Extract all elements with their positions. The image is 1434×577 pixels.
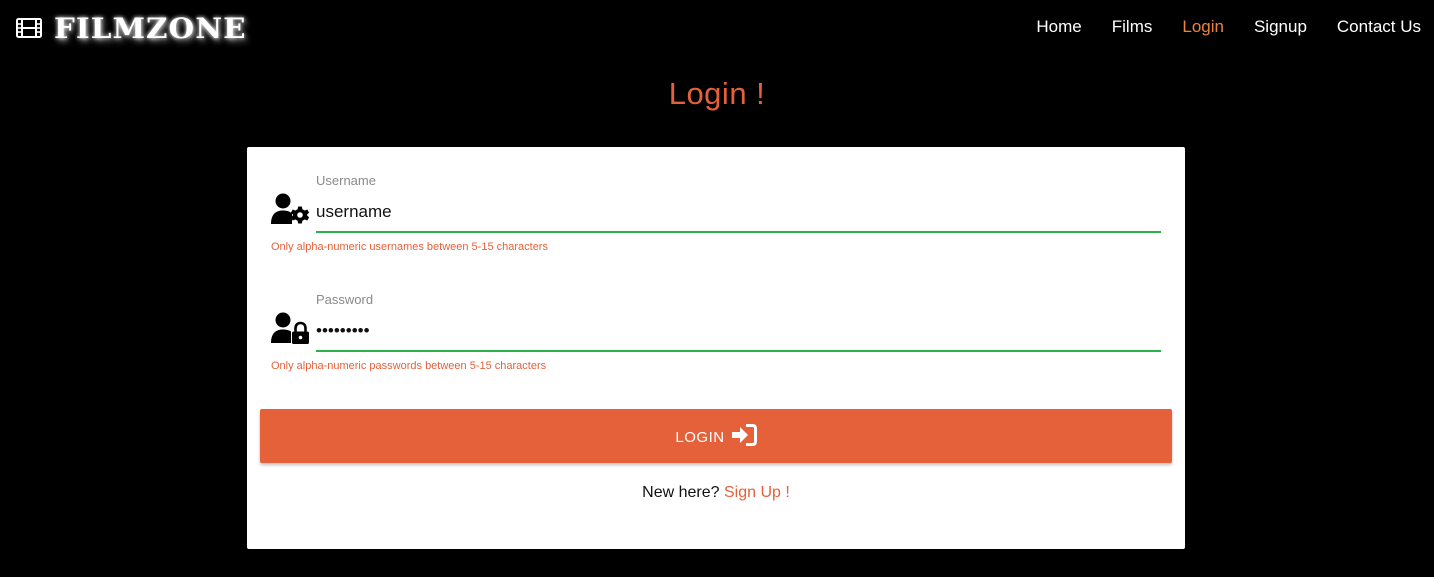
nav-item-films[interactable]: Films: [1112, 17, 1153, 37]
username-label: Username: [316, 173, 376, 188]
username-help-text: Only alpha-numeric usernames between 5-1…: [271, 241, 548, 253]
nav-menu: Home Films Login Signup Contact Us: [1036, 0, 1421, 54]
brand-logo[interactable]: FILMZONE: [16, 10, 246, 46]
nav-item-contact-us[interactable]: Contact Us: [1337, 17, 1421, 37]
nav-item-login[interactable]: Login: [1182, 17, 1224, 37]
page-title: Login !: [668, 76, 766, 111]
signup-link[interactable]: Sign Up !: [724, 484, 790, 501]
brand-name: FILMZONE: [54, 11, 247, 45]
signup-prompt-text: New here?: [642, 484, 720, 501]
user-lock-icon: [271, 310, 311, 346]
password-label: Password: [316, 292, 374, 307]
username-input[interactable]: [316, 193, 1161, 233]
signup-prompt: New here? Sign Up !: [247, 484, 1185, 502]
nav-item-home[interactable]: Home: [1036, 17, 1081, 37]
user-cog-icon: [271, 191, 311, 227]
password-input[interactable]: [316, 312, 1161, 352]
nav-item-signup[interactable]: Signup: [1254, 17, 1307, 37]
login-button[interactable]: LOGIN: [260, 409, 1172, 463]
sign-in-icon: [731, 423, 757, 446]
navbar: FILMZONE Home Films Login Signup Contact…: [0, 0, 1434, 56]
login-card: Username Only alpha-numeric usernames be…: [247, 147, 1185, 549]
login-button-label: LOGIN: [675, 429, 725, 446]
password-help-text: Only alpha-numeric passwords between 5-1…: [271, 360, 547, 372]
film-icon: [16, 17, 42, 39]
